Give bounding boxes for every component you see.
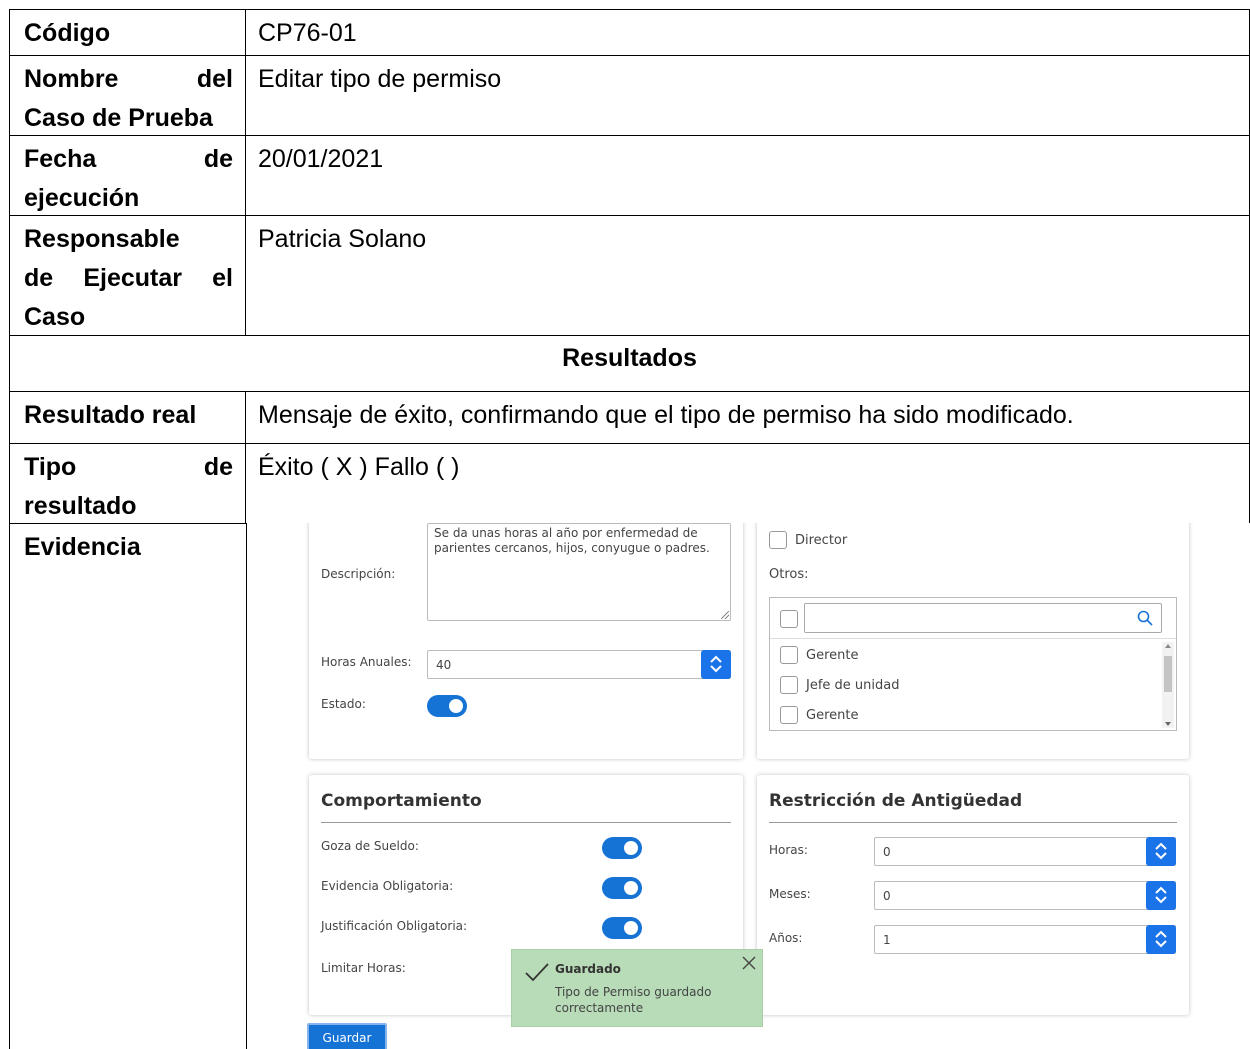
list-item-checkbox[interactable]: [780, 676, 798, 694]
responsable-label: Responsable de Ejecutar el Caso: [9, 216, 246, 335]
list-item-label: Jefe de unidad: [806, 678, 900, 693]
list-item-checkbox[interactable]: [780, 646, 798, 664]
responsable-label-line3: Caso: [24, 303, 86, 331]
codigo-label: Código: [9, 10, 246, 55]
director-checkbox[interactable]: [769, 531, 787, 549]
horas-value: 0: [883, 845, 891, 859]
nombre-label: Nombre del Caso de Prueba: [9, 56, 246, 135]
list-item-label: Gerente: [806, 648, 859, 663]
section-divider: [769, 822, 1177, 823]
meses-label: Meses:: [769, 887, 811, 901]
director-label: Director: [795, 533, 848, 548]
close-icon[interactable]: [742, 956, 756, 970]
search-icon[interactable]: [1137, 610, 1153, 626]
responsable-label-line1: Responsable: [24, 225, 180, 253]
row-nombre: Nombre del Caso de Prueba Editar tipo de…: [9, 55, 1250, 135]
guardar-button[interactable]: Guardar: [307, 1023, 387, 1049]
evidencia-obligatoria-label: Evidencia Obligatoria:: [321, 879, 454, 893]
tipo-resultado-value: Éxito ( X ) Fallo ( ): [246, 444, 1250, 523]
restriccion-title: Restricción de Antigüedad: [769, 791, 1023, 811]
select-all-checkbox[interactable]: [780, 610, 798, 628]
spinner-chevrons-icon: [1155, 886, 1167, 904]
nombre-label-line2: Caso de Prueba: [24, 104, 213, 132]
goza-sueldo-toggle[interactable]: [602, 837, 642, 859]
row-responsable: Responsable de Ejecutar el Caso Patricia…: [9, 215, 1250, 335]
anios-spinner[interactable]: [1146, 925, 1176, 954]
toast-title: Guardado: [555, 962, 621, 976]
spinner-chevrons-icon: [1155, 930, 1167, 948]
horas-anuales-label: Horas Anuales:: [321, 655, 412, 669]
descripcion-textarea[interactable]: Se da unas horas al año por enfermedad d…: [427, 523, 731, 621]
limitar-horas-label: Limitar Horas:: [321, 961, 406, 975]
cargos-card: Director Otros: Gerente Jefe de unidad G…: [757, 523, 1189, 759]
anios-value: 1: [883, 933, 891, 947]
otros-search-input[interactable]: [804, 603, 1162, 633]
scrollbar-thumb[interactable]: [1164, 656, 1172, 692]
row-resultados-header: Resultados: [9, 335, 1250, 391]
anios-input[interactable]: 1: [874, 925, 1176, 954]
list-item-checkbox[interactable]: [780, 706, 798, 724]
fecha-label-line1: Fecha de: [24, 145, 233, 173]
general-card: Descripción: Se da unas horas al año por…: [309, 523, 743, 759]
fecha-label-line2: ejecución: [24, 184, 140, 212]
horas-label: Horas:: [769, 843, 808, 857]
spinner-chevrons-icon: [710, 655, 722, 673]
anios-label: Años:: [769, 931, 803, 945]
tipo-resultado-label: Tipo de resultado: [9, 444, 246, 523]
row-fecha: Fecha de ejecución 20/01/2021: [9, 135, 1250, 215]
justificacion-obligatoria-toggle[interactable]: [602, 917, 642, 939]
scroll-down-icon[interactable]: [1165, 722, 1171, 726]
goza-sueldo-label: Goza de Sueldo:: [321, 839, 419, 853]
list-divider: [770, 638, 1176, 639]
estado-label: Estado:: [321, 697, 366, 711]
row-tipo-resultado: Tipo de resultado Éxito ( X ) Fallo ( ): [9, 443, 1250, 523]
otros-list-box: Gerente Jefe de unidad Gerente: [769, 597, 1177, 731]
fecha-label: Fecha de ejecución: [9, 136, 246, 215]
evidence-screenshot: Descripción: Se da unas horas al año por…: [246, 523, 1250, 1049]
fecha-value: 20/01/2021: [246, 136, 1250, 215]
resultado-real-label: Resultado real: [9, 392, 246, 443]
horas-anuales-input[interactable]: 40: [427, 650, 731, 679]
restriccion-card: Restricción de Antigüedad Horas: 0 Meses…: [757, 775, 1189, 1015]
list-scrollbar[interactable]: [1162, 642, 1174, 728]
tipo-resultado-label-line1: Tipo de: [24, 453, 233, 481]
justificacion-obligatoria-label: Justificación Obligatoria:: [321, 919, 468, 933]
descripcion-value: Se da unas horas al año por enfermedad d…: [434, 526, 710, 555]
toast-message: Tipo de Permiso guardado correctamente: [555, 985, 712, 1015]
comportamiento-title: Comportamiento: [321, 791, 482, 811]
horas-input[interactable]: 0: [874, 837, 1176, 866]
checkmark-icon: [525, 963, 549, 982]
codigo-value: CP76-01: [246, 10, 1250, 55]
row-resultado-real: Resultado real Mensaje de éxito, confirm…: [9, 391, 1250, 443]
meses-input[interactable]: 0: [874, 881, 1176, 910]
estado-toggle[interactable]: [427, 695, 467, 717]
nombre-label-line1: Nombre del: [24, 65, 233, 93]
descripcion-label: Descripción:: [321, 567, 396, 581]
row-codigo: Código CP76-01: [9, 9, 1250, 55]
list-item-label: Gerente: [806, 708, 859, 723]
nombre-value: Editar tipo de permiso: [246, 56, 1250, 135]
horas-anuales-value: 40: [436, 658, 452, 672]
resultado-real-value: Mensaje de éxito, confirmando que el tip…: [246, 392, 1250, 443]
otros-label: Otros:: [769, 567, 809, 582]
section-divider: [321, 822, 731, 823]
meses-value: 0: [883, 889, 891, 903]
resultados-header: Resultados: [9, 336, 1250, 391]
success-toast: Guardado Tipo de Permiso guardado correc…: [511, 949, 763, 1027]
responsable-value: Patricia Solano: [246, 216, 1250, 335]
evidencia-obligatoria-toggle[interactable]: [602, 877, 642, 899]
horas-spinner[interactable]: [1146, 837, 1176, 866]
responsable-label-line2: de Ejecutar el: [24, 264, 233, 292]
resize-grip-icon[interactable]: [721, 611, 729, 619]
tipo-resultado-label-line2: resultado: [24, 492, 137, 520]
evidencia-label: Evidencia: [9, 524, 246, 1049]
spinner-chevrons-icon: [1155, 842, 1167, 860]
meses-spinner[interactable]: [1146, 881, 1176, 910]
scroll-up-icon[interactable]: [1165, 644, 1171, 648]
horas-anuales-spinner[interactable]: [701, 650, 731, 679]
